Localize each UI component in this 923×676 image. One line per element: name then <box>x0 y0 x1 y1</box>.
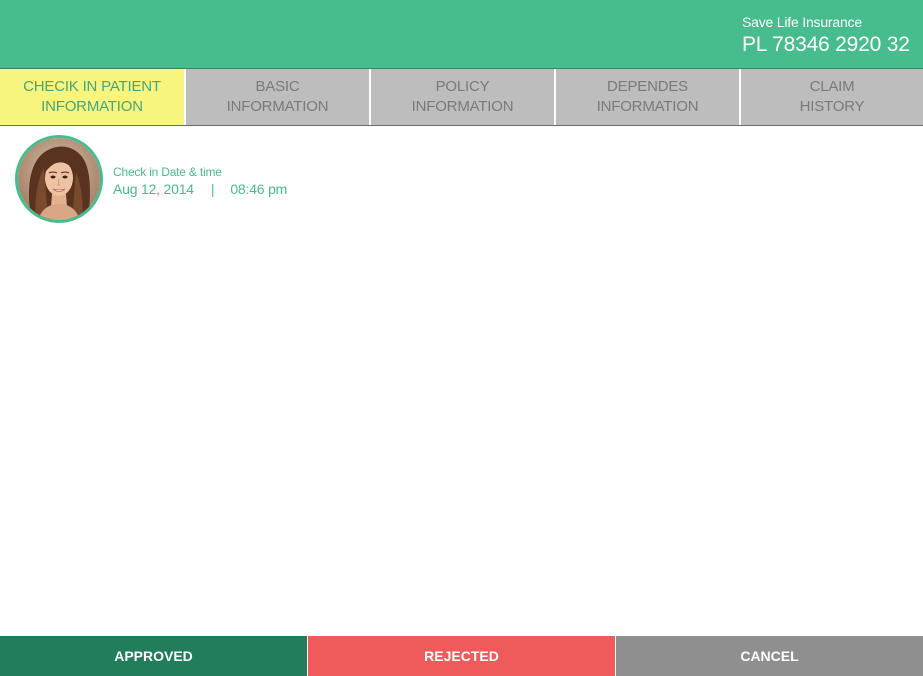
rejected-button[interactable]: REJECTED <box>307 636 615 676</box>
patient-photo-icon <box>18 138 100 220</box>
checkin-date-time-value: Aug 12, 2014 | 08:46 pm <box>113 181 287 197</box>
checkin-separator: | <box>210 181 215 197</box>
approved-button[interactable]: APPROVED <box>0 636 307 676</box>
tab-label-line2: INFORMATION <box>226 98 329 115</box>
insurance-company-name: Save Life Insurance <box>742 14 862 30</box>
tab-label-line2: INFORMATION <box>596 98 699 115</box>
tab-policy-information[interactable]: POLICY INFORMATION <box>371 69 554 125</box>
cancel-button[interactable]: CANCEL <box>615 636 923 676</box>
checkin-date-time-label: Check in Date & time <box>113 165 222 179</box>
tab-label-line2: INFORMATION <box>411 98 514 115</box>
checkin-time: 08:46 pm <box>230 181 288 197</box>
tab-label-line1: BASIC <box>255 78 300 95</box>
tab-claim-history[interactable]: CLAIM HISTORY <box>741 69 923 125</box>
tab-dependes-information[interactable]: DEPENDES INFORMATION <box>556 69 739 125</box>
tab-label-line1: POLICY <box>435 78 490 95</box>
tab-label-line2: INFORMATION <box>41 98 143 115</box>
tab-bar: CHECIK IN PATIENT INFORMATION BASIC INFO… <box>0 68 923 126</box>
tab-checkin-patient-information[interactable]: CHECIK IN PATIENT INFORMATION <box>0 69 184 125</box>
app-window: Save Life Insurance PL 78346 2920 32 CHE… <box>0 0 923 676</box>
action-bar: APPROVED REJECTED CANCEL <box>0 636 923 676</box>
tab-basic-information[interactable]: BASIC INFORMATION <box>186 69 369 125</box>
tab-label-line1: DEPENDES <box>607 78 688 95</box>
tab-label-line1: CHECIK IN PATIENT <box>23 78 161 95</box>
patient-avatar <box>15 135 103 223</box>
header-bar: Save Life Insurance PL 78346 2920 32 <box>0 0 923 68</box>
tab-label-line1: CLAIM <box>809 78 855 95</box>
tab-label-line2: HISTORY <box>799 98 865 115</box>
policy-number: PL 78346 2920 32 <box>742 33 910 56</box>
checkin-date: Aug 12, 2014 <box>113 181 194 197</box>
